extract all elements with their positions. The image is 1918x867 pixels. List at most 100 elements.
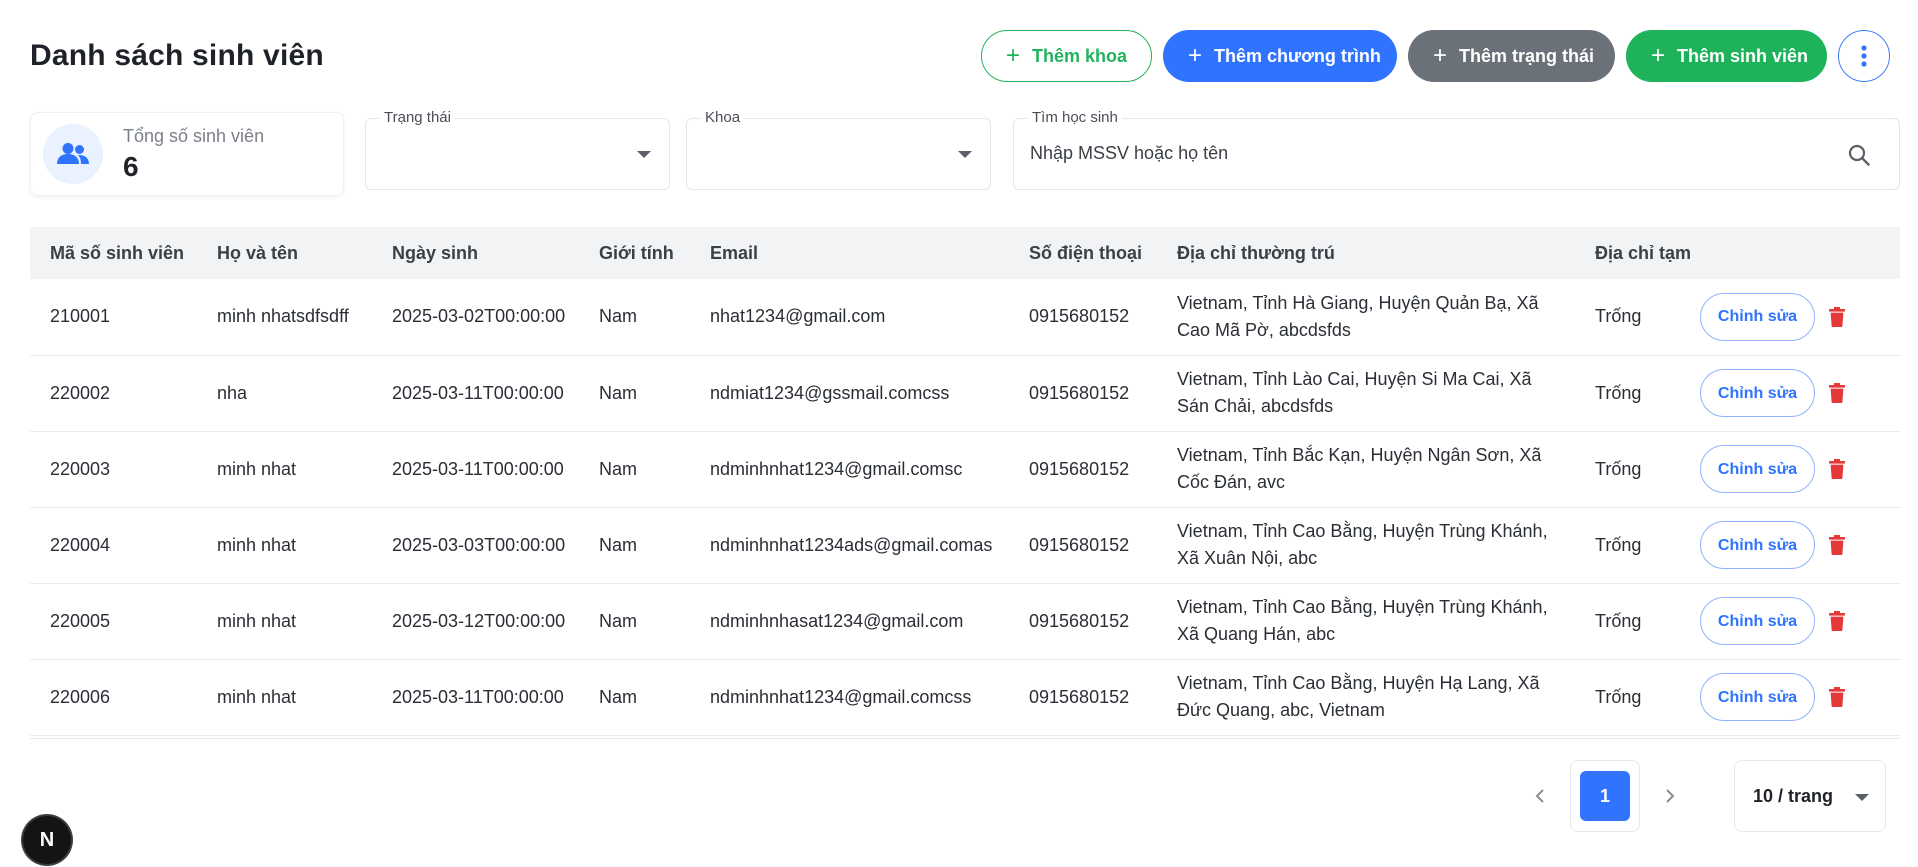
delete-trash-icon[interactable] (1829, 306, 1845, 327)
cell-dia-chi-thuong-tru: Vietnam, Tỉnh Bắc Kạn, Huyện Ngân Sơn, X… (1177, 445, 1542, 492)
col-header-mssv[interactable]: Mã số sinh viên (30, 227, 197, 279)
cell-mssv: 220003 (50, 458, 111, 479)
cell-sdt: 0915680152 (1029, 610, 1130, 631)
row-actions: Chỉnh sửa (1690, 355, 1900, 431)
cell-dia-chi-thuong-tru: Vietnam, Tỉnh Hà Giang, Huyện Quản Bạ, X… (1177, 292, 1539, 340)
edit-button[interactable]: Chỉnh sửa (1700, 597, 1815, 645)
edit-button[interactable]: Chỉnh sửa (1700, 521, 1815, 569)
add-khoa-button[interactable]: + Thêm khoa (981, 30, 1152, 82)
table-row: 220004 minh nhat 2025-03-03T00:00:00 Nam ndm… (30, 507, 1900, 583)
cell-mssv: 210001 (50, 306, 111, 327)
cell-dia-chi-tam-tru: Trống (1595, 686, 1642, 707)
page-header: Danh sách sinh viên + Thêm khoa + Thêm c… (30, 30, 1890, 82)
cell-mssv: 220002 (50, 382, 111, 403)
cell-mssv: 220005 (50, 610, 111, 631)
cell-dia-chi-thuong-tru: Vietnam, Tỉnh Lào Cai, Huyện Si Ma Cai, … (1177, 369, 1532, 416)
plus-icon: + (1651, 42, 1666, 69)
col-header-dia-chi-tam-tru[interactable]: Địa chỉ tạm trú (1575, 227, 1690, 279)
plus-icon: + (1006, 42, 1021, 69)
page-title: Danh sách sinh viên (30, 39, 324, 72)
dropdown-caret-icon (1855, 794, 1869, 801)
edit-button[interactable]: Chỉnh sửa (1700, 292, 1815, 341)
add-khoa-label: Thêm khoa (1032, 45, 1128, 66)
search-icon[interactable] (1847, 143, 1871, 167)
cell-sdt: 0915680152 (1029, 306, 1130, 327)
col-header-sdt[interactable]: Số điện thoại (1009, 227, 1157, 279)
more-options-button[interactable] (1838, 30, 1890, 82)
cell-sdt: 0915680152 (1029, 534, 1130, 555)
table-row: 220002 nha 2025-03-11T00:00:00 Nam ndmiat123… (30, 355, 1900, 431)
add-chuong-trinh-button[interactable]: + Thêm chương trình (1163, 30, 1397, 82)
badge-letter: N (39, 828, 55, 851)
status-label: Trạng thái (380, 109, 455, 126)
edit-button[interactable]: Chỉnh sửa (1700, 673, 1815, 721)
next-page-icon[interactable] (1650, 776, 1690, 816)
cell-ho-ten: minh nhat (217, 610, 297, 631)
delete-trash-icon[interactable] (1829, 382, 1845, 403)
row-actions: Chỉnh sửa (1690, 659, 1900, 735)
table-row: 220005 minh nhat 2025-03-12T00:00:00 Nam ndm… (30, 583, 1900, 659)
cell-dia-chi-tam-tru: Trống (1595, 458, 1642, 479)
table-header-row: Mã số sinh viên Họ và tên Ngày sinh Giới… (30, 227, 1900, 279)
col-header-ho-ten[interactable]: Họ và tên (197, 227, 372, 279)
search-input[interactable] (1030, 143, 1810, 164)
delete-trash-icon[interactable] (1829, 534, 1845, 555)
cell-mssv: 220004 (50, 534, 111, 555)
edit-button[interactable]: Chỉnh sửa (1700, 445, 1815, 493)
add-trang-thai-button[interactable]: + Thêm trạng thái (1408, 30, 1615, 82)
edit-button[interactable]: Chỉnh sửa (1700, 369, 1815, 417)
cell-dia-chi-tam-tru: Trống (1595, 306, 1642, 327)
cell-mssv: 220006 (50, 686, 111, 707)
delete-trash-icon[interactable] (1829, 458, 1845, 479)
search-label: Tìm học sinh (1028, 109, 1122, 126)
cell-sdt: 0915680152 (1029, 458, 1130, 479)
cell-gioi-tinh: Nam (599, 686, 638, 707)
row-actions: Chỉnh sửa (1690, 431, 1900, 507)
cell-dia-chi-tam-tru: Trống (1595, 534, 1642, 555)
cell-ho-ten: minh nhat (217, 458, 297, 479)
col-header-dia-chi-thuong-tru[interactable]: Địa chỉ thường trú (1157, 227, 1575, 279)
cell-gioi-tinh: Nam (599, 306, 638, 327)
status-select[interactable]: Trạng thái (365, 109, 670, 190)
khoa-label: Khoa (701, 109, 745, 126)
header-actions: + Thêm khoa + Thêm chương trình + Thêm t… (981, 30, 1890, 82)
cell-ho-ten: nha (217, 382, 248, 403)
col-header-email[interactable]: Email (690, 227, 1009, 279)
col-header-actions (1690, 227, 1900, 279)
add-sinh-vien-label: Thêm sinh viên (1677, 45, 1809, 66)
add-chuong-trinh-label: Thêm chương trình (1214, 45, 1381, 66)
cell-ngay-sinh: 2025-03-11T00:00:00 (392, 458, 564, 479)
next-dev-badge[interactable]: N (23, 816, 71, 864)
cell-ngay-sinh: 2025-03-11T00:00:00 (392, 382, 564, 403)
cell-dia-chi-tam-tru: Trống (1595, 610, 1642, 631)
cell-gioi-tinh: Nam (599, 534, 638, 555)
total-students-label: Tổng số sinh viên (123, 125, 265, 146)
page-size-select[interactable]: 10 / trang (1734, 760, 1886, 832)
cell-dia-chi-thuong-tru: Vietnam, Tỉnh Cao Bằng, Huyện Trùng Khán… (1177, 521, 1548, 568)
cell-gioi-tinh: Nam (599, 610, 638, 631)
cell-email: ndminhnhasat1234@gmail.com (710, 610, 964, 631)
delete-trash-icon[interactable] (1829, 686, 1845, 707)
cell-ngay-sinh: 2025-03-11T00:00:00 (392, 686, 564, 707)
delete-trash-icon[interactable] (1829, 610, 1845, 631)
users-icon (43, 124, 103, 184)
total-students-card: Tổng số sinh viên 6 (30, 112, 344, 196)
khoa-select[interactable]: Khoa (686, 109, 991, 190)
row-actions: Chỉnh sửa (1690, 583, 1900, 659)
col-header-ngay-sinh[interactable]: Ngày sinh (372, 227, 579, 279)
search-field: Tìm học sinh (1013, 109, 1900, 190)
col-header-gioi-tinh[interactable]: Giới tính (579, 227, 690, 279)
page-number-item[interactable]: 1 (1570, 760, 1640, 832)
add-sinh-vien-button[interactable]: + Thêm sinh viên (1626, 30, 1827, 82)
cell-ngay-sinh: 2025-03-03T00:00:00 (392, 534, 566, 555)
total-students-value: 6 (123, 150, 139, 182)
current-page[interactable]: 1 (1580, 771, 1630, 821)
prev-page-icon[interactable] (1520, 776, 1560, 816)
students-table: Mã số sinh viên Họ và tên Ngày sinh Giới… (30, 227, 1900, 739)
cell-gioi-tinh: Nam (599, 458, 638, 479)
row-actions: Chỉnh sửa (1690, 507, 1900, 583)
page-size-value: 10 / trang (1753, 785, 1834, 806)
plus-icon: + (1188, 42, 1203, 69)
row-actions: Chỉnh sửa (1690, 279, 1900, 355)
cell-sdt: 0915680152 (1029, 382, 1130, 403)
